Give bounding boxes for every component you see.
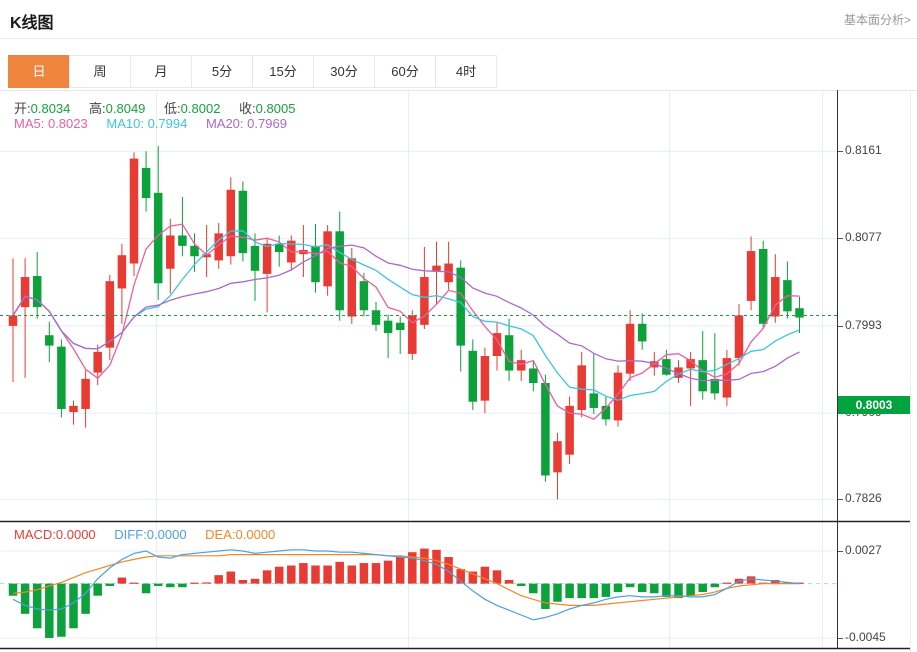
macd-item: MACD:0.0000 [14, 527, 96, 542]
dea-item: DEA:0.0000 [205, 527, 275, 542]
axis-tick [838, 638, 843, 639]
open-item: 开:0.8034 [14, 101, 70, 116]
axis-tick [838, 151, 843, 152]
ohlc-legend: 开:0.8034 高:0.8049 低:0.8002 收:0.8005 [14, 98, 310, 117]
ma20-item: MA20: 0.7969 [206, 116, 287, 131]
fundamental-analysis-link[interactable]: 基本面分析> [844, 11, 911, 28]
macd-axis-label: -0.0045 [845, 630, 886, 644]
axis-tick [838, 551, 843, 552]
high-item: 高:0.8049 [89, 101, 145, 116]
tab-30min[interactable]: 30分 [313, 55, 375, 88]
tab-60min[interactable]: 60分 [374, 55, 436, 88]
tab-day[interactable]: 日 [8, 55, 70, 88]
price-axis-label: 0.8077 [845, 230, 882, 244]
price-axis-label: 0.7826 [845, 491, 882, 505]
tab-week[interactable]: 周 [69, 55, 131, 88]
diff-item: DIFF:0.0000 [114, 527, 186, 542]
kline-chart[interactable]: 开:0.8034 高:0.8049 低:0.8002 收:0.8005 MA5:… [0, 90, 917, 652]
price-axis-label: 0.8161 [845, 143, 882, 157]
axis-tick [838, 499, 843, 500]
tab-month[interactable]: 月 [130, 55, 192, 88]
tab-4hour[interactable]: 4时 [435, 55, 497, 88]
tab-15min[interactable]: 15分 [252, 55, 314, 88]
chart-canvas [0, 90, 917, 652]
price-axis-label: 0.7993 [845, 318, 882, 332]
macd-legend: MACD:0.0000 DIFF:0.0000 DEA:0.0000 [14, 527, 290, 542]
low-item: 低:0.8002 [164, 101, 220, 116]
axis-tick [838, 326, 843, 327]
ma-legend: MA5: 0.8023 MA10: 0.7994 MA20: 0.7969 [14, 116, 302, 131]
header-divider [0, 38, 917, 39]
axis-tick [838, 238, 843, 239]
tab-5min[interactable]: 5分 [191, 55, 253, 88]
macd-axis-label: 0.0027 [845, 543, 882, 557]
current-price-badge: 0.8003 [838, 396, 910, 414]
ma5-item: MA5: 0.8023 [14, 116, 88, 131]
close-item: 收:0.8005 [239, 101, 295, 116]
period-tab-bar: 日 周 月 5分 15分 30分 60分 4时 [8, 55, 497, 88]
page-title: K线图 [10, 9, 54, 33]
ma10-item: MA10: 0.7994 [106, 116, 187, 131]
